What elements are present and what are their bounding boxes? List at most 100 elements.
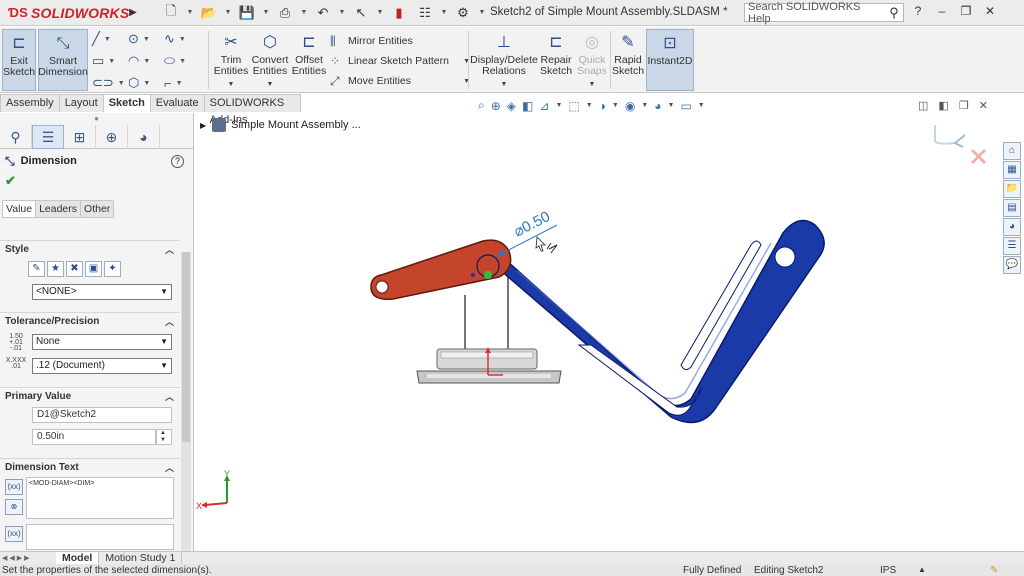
select-cursor-icon[interactable]: ↖ (350, 3, 372, 23)
help-search-box[interactable]: Search SOLIDWORKS Help ⚲ (744, 1, 904, 25)
custom-properties-icon[interactable]: ☰ (1003, 237, 1021, 255)
delete-favorite-icon[interactable]: ✖ (66, 261, 83, 277)
ok-check-icon[interactable]: ✔ (0, 173, 193, 191)
spline-tool-icon[interactable]: ∿ ▼ (164, 31, 200, 47)
restore-icon[interactable]: ❐ (958, 4, 974, 18)
annotation-dropdown-icon[interactable]: ▼ (555, 102, 562, 109)
tolerance-type-select[interactable]: None ▼ (32, 334, 172, 350)
tab-solidworks-add-ins[interactable]: SOLIDWORKS Add-Ins (203, 94, 301, 126)
viewport-collapse-icon[interactable]: ◧ (938, 99, 948, 112)
view-orientation-cube-icon[interactable]: ⬚ (568, 99, 579, 113)
slot-tool-icon[interactable]: ⊂⊃ ▼ (92, 75, 128, 91)
relations-dropdown-icon[interactable]: ▼ (501, 79, 508, 90)
linear-sketch-pattern-button[interactable]: ⁘ Linear Sketch Pattern ▼ (330, 51, 470, 71)
load-favorite-icon[interactable]: ✦ (104, 261, 121, 277)
polygon-tool-icon[interactable]: ⬡ ▼ (128, 75, 164, 91)
monitor-dropdown-icon[interactable]: ▼ (698, 102, 705, 109)
new-dropdown-icon[interactable]: ▼ (186, 9, 194, 16)
smart-dimension-button[interactable]: ⤡ Smart Dimension (38, 29, 88, 91)
dimension-text-header[interactable]: Dimension Text ︿ (0, 458, 180, 476)
orientation-dropdown-icon[interactable]: ▼ (586, 102, 593, 109)
options-dropdown-icon[interactable]: ▼ (478, 9, 486, 16)
help-icon[interactable]: ? (171, 154, 184, 168)
expand-menu-arrow-icon[interactable]: ▶ (126, 7, 140, 18)
unit-dropdown-icon[interactable]: ▲ (918, 565, 926, 574)
unit-precision-select[interactable]: .12 (Document) ▼ (32, 358, 172, 374)
mirror-entities-button[interactable]: ⫼ Mirror Entities (330, 31, 470, 51)
confirmation-corner-arrow-icon[interactable] (934, 125, 956, 145)
feature-manager-tab-icon[interactable]: ⚲ (0, 125, 32, 149)
tab-model[interactable]: Model (56, 552, 100, 564)
subtab-value[interactable]: Value (2, 200, 37, 218)
move-entities-button[interactable]: ⤢ Move Entities ▼ (330, 71, 470, 91)
display-style-icon[interactable]: ◑ (599, 99, 606, 113)
display-style-dropdown-icon[interactable]: ▼ (612, 102, 619, 109)
tab-motion-study-1[interactable]: Motion Study 1 (99, 552, 183, 564)
trim-dropdown-icon[interactable]: ▼ (228, 79, 235, 90)
circle-center-point[interactable] (484, 271, 492, 279)
convert-entities-button[interactable]: ⬡ Convert Entities ▼ (252, 29, 289, 91)
new-document-icon[interactable]: 🗋 (160, 3, 182, 23)
cancel-x-icon[interactable] (970, 148, 987, 165)
select-dropdown-icon[interactable]: ▼ (376, 9, 384, 16)
tolerance-section-header[interactable]: Tolerance/Precision ︿ (0, 312, 180, 330)
circle-tool-icon[interactable]: ⊙ ▼ (128, 31, 164, 47)
print-icon[interactable]: ⎙ (274, 3, 296, 23)
display-monitor-icon[interactable]: ▭ (680, 99, 691, 113)
collapse-caret-icon[interactable]: ︿ (165, 461, 174, 474)
inspection-dimension-icon[interactable]: (xx) (5, 526, 23, 542)
viewport-expand-icon[interactable]: ◫ (918, 99, 928, 112)
collapse-caret-icon[interactable]: ︿ (165, 390, 174, 403)
arc-tool-icon[interactable]: ◠ ▼ (128, 53, 164, 69)
properties-dropdown-icon[interactable]: ▼ (440, 9, 448, 16)
appearances-icon[interactable]: ◕ (1003, 218, 1021, 236)
save-favorite-icon[interactable]: ▣ (85, 261, 102, 277)
trim-entities-button[interactable]: ✂ Trim Entities ▼ (212, 29, 250, 91)
design-library-icon[interactable]: ▦ (1003, 161, 1021, 179)
subtab-leaders[interactable]: Leaders (35, 200, 82, 218)
panel-scrollbar[interactable] (181, 252, 191, 552)
viewport-close-icon[interactable]: ✕ (979, 99, 988, 112)
style-favorite-select[interactable]: <NONE> ▼ (32, 284, 172, 300)
open-folder-icon[interactable]: 📂 (198, 3, 220, 23)
hide-show-items-icon[interactable]: ◉ (625, 99, 635, 113)
dimension-text-box-lower[interactable] (26, 524, 174, 550)
save-icon[interactable]: 💾 (236, 3, 258, 23)
hide-show-dropdown-icon[interactable]: ▼ (641, 102, 648, 109)
subtab-other[interactable]: Other (80, 200, 115, 218)
edit-appearance-icon[interactable]: ◕ (654, 99, 661, 113)
add-parentheses-icon[interactable]: (xx) (5, 479, 23, 495)
unit-system[interactable]: IPS (880, 565, 896, 576)
home-icon[interactable]: ⌂ (1003, 142, 1021, 160)
dimxpert-manager-tab-icon[interactable]: ⊕ (96, 125, 128, 149)
rectangle-tool-icon[interactable]: ▭ ▼ (92, 53, 128, 69)
property-manager-tab-icon[interactable]: ☰ (32, 125, 64, 149)
dimension-value-field[interactable]: 0.50in (32, 429, 156, 445)
display-manager-tab-icon[interactable]: ◕ (128, 125, 160, 149)
tab-assembly[interactable]: Assembly (0, 94, 60, 112)
add-favorite-icon[interactable]: ★ (47, 261, 64, 277)
open-dropdown-icon[interactable]: ▼ (224, 9, 232, 16)
sketch-point[interactable] (471, 273, 475, 277)
zoom-to-area-icon[interactable]: ⊕ (491, 99, 501, 113)
zoom-to-fit-icon[interactable]: ⌕ (478, 98, 485, 113)
center-dimension-icon[interactable]: ⊗ (5, 499, 23, 515)
solidworks-logo[interactable]: ƊS SOLIDWORKS (0, 0, 129, 26)
tab-sketch[interactable]: Sketch (102, 94, 151, 112)
exit-sketch-button[interactable]: ⊏ Exit Sketch (2, 29, 36, 91)
rebuild-status-icon[interactable]: ✎ (990, 565, 998, 576)
save-dropdown-icon[interactable]: ▼ (262, 9, 270, 16)
print-dropdown-icon[interactable]: ▼ (300, 9, 308, 16)
minimize-icon[interactable]: – (934, 4, 950, 18)
options-gear-icon[interactable]: ⚙ (452, 3, 474, 23)
collapse-caret-icon[interactable]: ︿ (165, 243, 174, 256)
configuration-manager-tab-icon[interactable]: ⊞ (64, 125, 96, 149)
scrollbar-thumb[interactable] (182, 252, 190, 442)
rebuild-traffic-light-icon[interactable]: ▮ (388, 3, 410, 23)
help-question-icon[interactable]: ? (910, 4, 926, 18)
confirmation-corner[interactable] (934, 125, 987, 165)
tab-evaluate[interactable]: Evaluate (149, 94, 205, 112)
file-properties-icon[interactable]: ☷ (414, 3, 436, 23)
ellipse-tool-icon[interactable]: ⬭ ▼ (164, 53, 200, 69)
offset-entities-button[interactable]: ⊏ Offset Entities (290, 29, 328, 91)
